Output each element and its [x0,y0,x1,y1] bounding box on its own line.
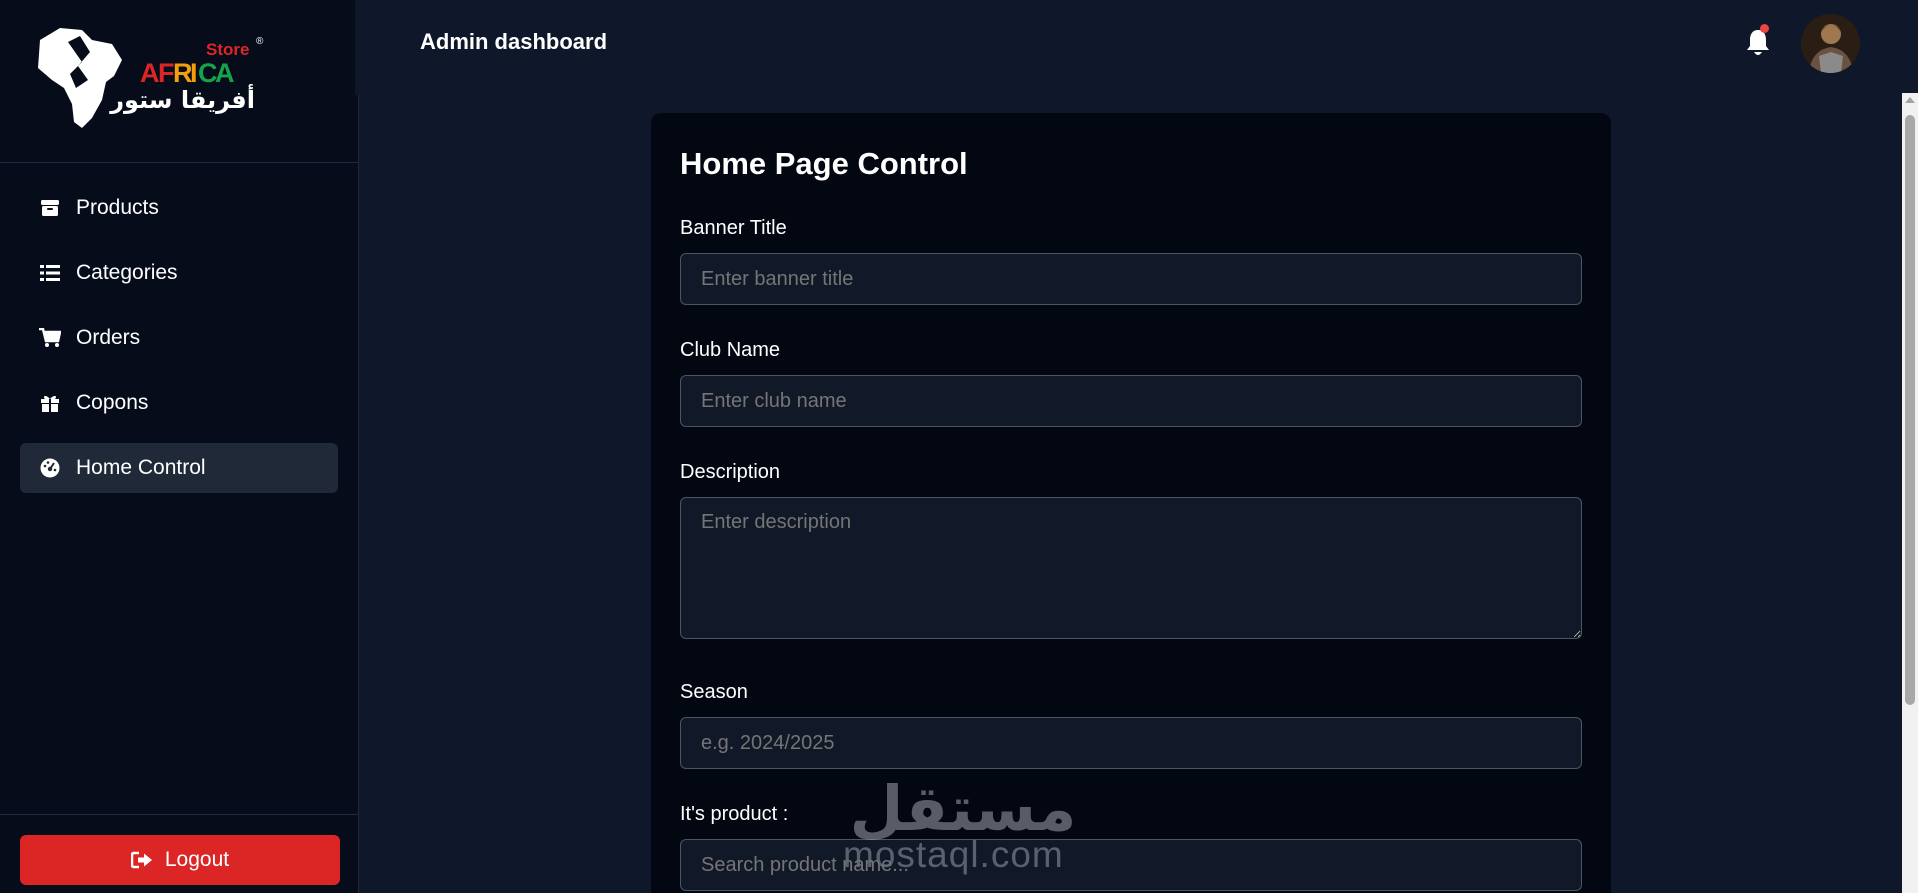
card-title: Home Page Control [680,146,968,181]
sidebar-item-copons[interactable]: Copons [20,378,338,428]
page-scrollbar[interactable] [1902,93,1918,893]
logout-icon [130,851,153,869]
brand-letter: I [190,58,198,88]
sidebar-item-label: Copons [76,391,149,414]
logout-button[interactable]: Logout [20,835,340,885]
scroll-up-icon[interactable] [1905,97,1915,103]
banner-title-input[interactable] [680,253,1582,305]
sidebar-item-products[interactable]: Products [20,183,338,233]
list-icon [39,262,61,284]
product-label: It's product : [680,803,789,825]
sidebar-item-home-control[interactable]: Home Control [20,443,338,493]
gauge-icon [39,457,61,479]
sidebar-item-label: Categories [76,261,178,284]
sidebar-item-categories[interactable]: Categories [20,248,338,298]
avatar[interactable] [1801,14,1860,73]
season-input[interactable] [680,717,1582,769]
club-name-input[interactable] [680,375,1582,427]
scrollbar-thumb[interactable] [1905,115,1915,705]
top-header: Admin dashboard [359,0,1918,90]
brand-letter: A [140,58,160,88]
product-search-input[interactable] [680,839,1582,891]
sidebar-item-label: Home Control [76,456,206,479]
africa-store-logo: Store ® AFRI CA أفريقا ستور [38,28,264,128]
box-icon [39,197,61,219]
sidebar-item-label: Orders [76,326,141,349]
brand-name: AFRI CA [140,58,235,88]
sidebar-item-label: Products [76,196,159,219]
club-name-label: Club Name [680,339,781,361]
notification-badge [1760,24,1769,33]
cart-icon [39,327,61,349]
brand-arabic-name: أفريقا ستور [109,84,255,114]
gift-icon [39,392,61,414]
description-label: Description [680,461,781,483]
registered-mark: ® [256,36,264,47]
brand-logo[interactable]: Store ® AFRICA أفريقا ستور [0,0,358,163]
sidebar: Store ® AFRICA أفريقا ستور Products Cate… [0,0,359,893]
home-page-control-card: Home Page Control Banner Title Club Name… [651,113,1611,893]
description-textarea[interactable] [680,497,1582,639]
banner-title-label: Banner Title [680,217,787,239]
sidebar-footer: Logout [0,814,358,893]
brand-letter: A [215,58,235,88]
logout-label: Logout [164,848,230,871]
sidebar-item-orders[interactable]: Orders [20,313,338,363]
sidebar-nav: Products Categories Orders Copons Home C… [0,163,358,493]
page-title: Admin dashboard [420,29,608,54]
notification-bell-icon[interactable] [1745,28,1771,63]
store-text: Store [206,40,249,59]
watermark-latin: mostaql.com [843,834,1064,875]
season-label: Season [680,681,748,703]
